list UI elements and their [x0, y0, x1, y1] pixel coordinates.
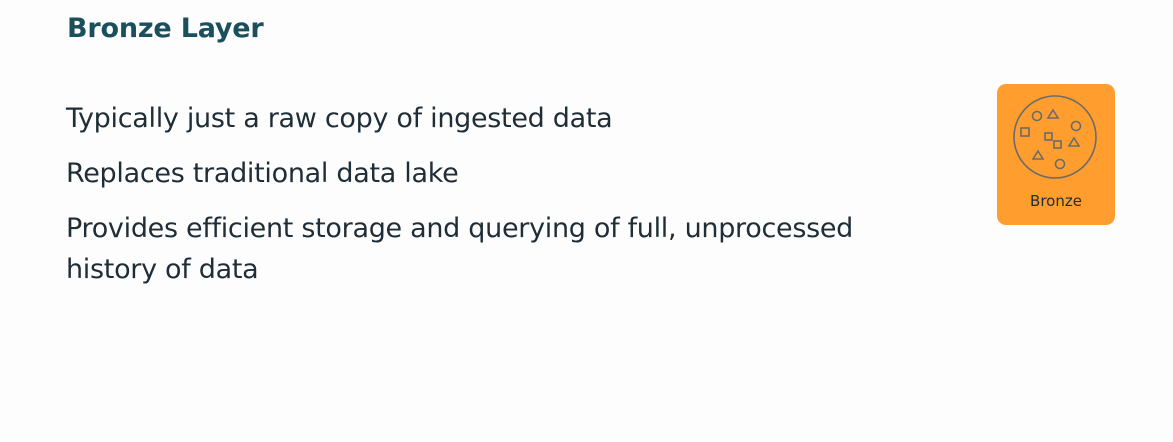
bullet-list: Typically just a raw copy of ingested da… — [66, 98, 926, 304]
slide-title: Bronze Layer — [67, 13, 264, 44]
mixed-shapes-icon — [1013, 95, 1097, 179]
bronze-badge: Bronze — [997, 84, 1115, 225]
badge-label: Bronze — [1030, 192, 1082, 210]
bullet-item: Replaces traditional data lake — [66, 158, 459, 189]
bullet-item: Provides efficient storage and querying … — [66, 213, 854, 285]
bullet-item: Typically just a raw copy of ingested da… — [66, 103, 613, 134]
